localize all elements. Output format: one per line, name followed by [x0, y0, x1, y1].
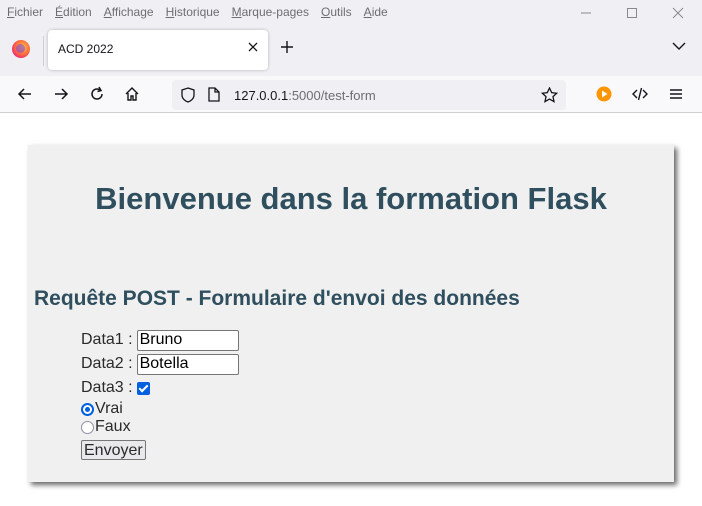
radio-faux-row[interactable]: Faux — [81, 418, 239, 436]
list-all-tabs-button[interactable] — [672, 38, 686, 56]
data2-input[interactable] — [136, 353, 239, 375]
data1-label: Data1 : — [81, 331, 133, 348]
radio-vrai-label: Vrai — [95, 400, 123, 417]
minimize-icon — [581, 12, 591, 14]
radio-faux[interactable] — [81, 420, 94, 434]
menu-historique[interactable]: Historique — [166, 5, 220, 19]
content-card: Bienvenue dans la formation Flask Requêt… — [28, 145, 674, 482]
forward-button[interactable] — [48, 81, 74, 107]
section-title: Requête POST - Formulaire d'envoi des do… — [34, 287, 520, 310]
new-tab-button[interactable] — [280, 38, 294, 58]
menu-affichage[interactable]: Affichage — [104, 5, 154, 19]
close-window-button[interactable] — [655, 0, 701, 26]
data2-label: Data2 : — [81, 355, 133, 372]
extension-button[interactable] — [591, 81, 617, 107]
maximize-icon — [627, 8, 637, 18]
page-viewport: Bienvenue dans la formation Flask Requêt… — [0, 113, 702, 506]
page-title: Bienvenue dans la formation Flask — [95, 181, 607, 216]
menu-outils[interactable]: Outils — [321, 5, 352, 19]
tab-close-icon[interactable] — [247, 40, 259, 56]
hamburger-icon — [670, 89, 682, 99]
firefox-logo-icon[interactable] — [12, 40, 30, 58]
data3-checkbox[interactable] — [136, 381, 150, 395]
radio-faux-label: Faux — [95, 418, 131, 435]
minimize-button[interactable] — [563, 0, 609, 26]
tab-active[interactable]: ACD 2022 — [48, 30, 268, 70]
tab-bar: ACD 2022 — [0, 24, 702, 76]
menu-edition[interactable]: Édition — [55, 5, 92, 19]
close-icon — [672, 7, 684, 19]
maximize-button[interactable] — [609, 0, 655, 26]
arrow-right-icon — [55, 88, 69, 100]
arrow-left-icon — [17, 88, 31, 100]
page-icon[interactable] — [208, 87, 220, 102]
data3-row: Data3 : — [81, 376, 239, 400]
radio-vrai[interactable] — [81, 402, 94, 416]
submit-button[interactable]: Envoyer — [81, 440, 146, 460]
app-menu-button[interactable] — [663, 81, 689, 107]
data1-row: Data1 : — [81, 328, 239, 352]
shield-icon[interactable] — [181, 87, 195, 103]
star-icon[interactable] — [541, 87, 558, 103]
data1-input[interactable] — [136, 329, 239, 351]
home-button[interactable] — [119, 81, 145, 107]
navigation-bar: 127.0.0.1:5000/test-form — [0, 76, 702, 113]
tab-title: ACD 2022 — [58, 42, 114, 56]
code-icon — [632, 87, 648, 101]
url-text: 127.0.0.1:5000/test-form — [234, 88, 376, 103]
plus-icon — [281, 41, 293, 53]
data2-row: Data2 : — [81, 352, 239, 376]
back-button[interactable] — [12, 81, 38, 107]
tab-separator — [43, 36, 44, 66]
reload-icon — [91, 86, 103, 100]
menu-marque-pages[interactable]: Marque-pages — [232, 5, 309, 19]
radio-vrai-row[interactable]: Vrai — [81, 400, 239, 418]
devtools-button[interactable] — [627, 81, 653, 107]
play-icon — [596, 86, 612, 102]
menu-aide[interactable]: Aide — [364, 5, 388, 19]
chevron-down-icon — [672, 42, 686, 50]
post-form: Data1 : Data2 : Data3 : Vrai Faux Envoye… — [81, 328, 239, 460]
home-icon — [125, 87, 139, 101]
data3-label: Data3 : — [81, 379, 133, 396]
url-bar[interactable]: 127.0.0.1:5000/test-form — [172, 80, 566, 110]
reload-button[interactable] — [84, 81, 110, 107]
menu-fichier[interactable]: Fichier — [7, 5, 43, 19]
